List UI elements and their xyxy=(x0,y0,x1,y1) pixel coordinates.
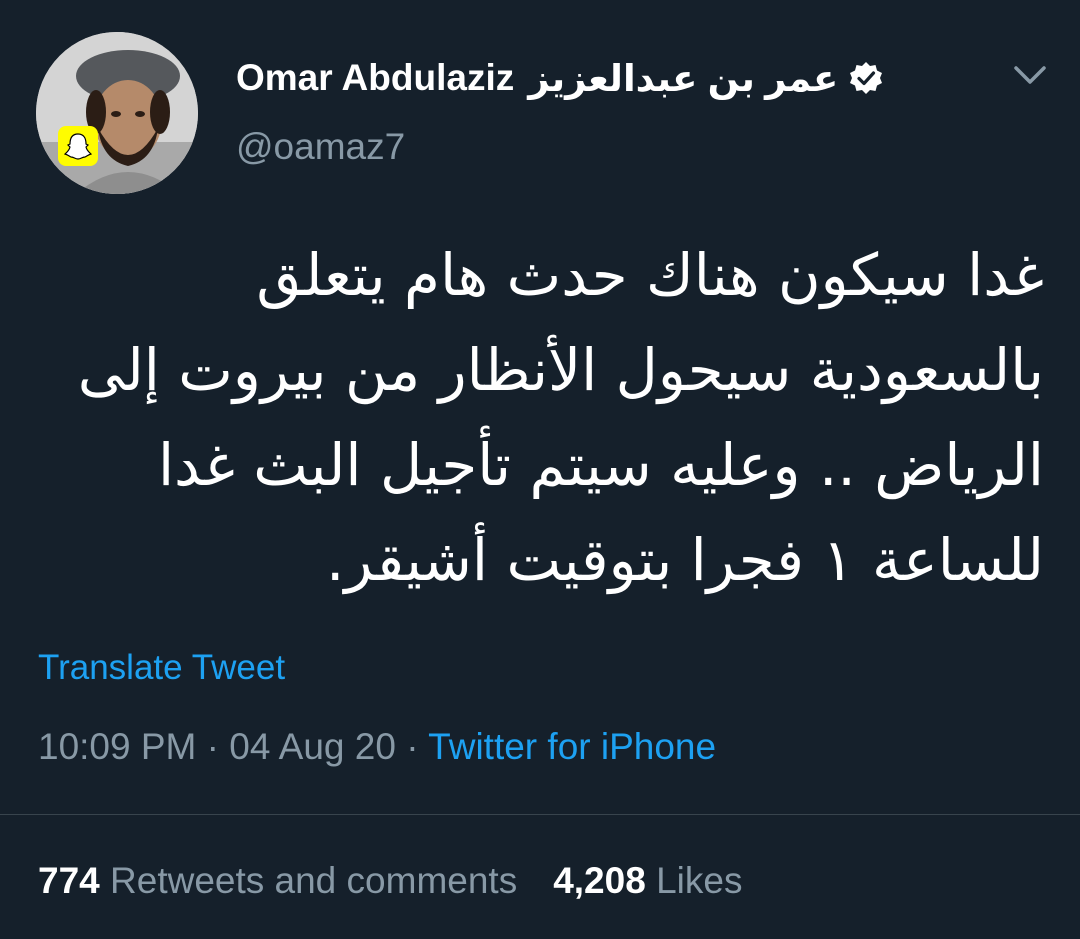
meta-separator: · xyxy=(206,726,219,767)
tweet-text-line: بالسعودية سيحول الأنظار من بيروت إلى xyxy=(77,336,1044,404)
arabic-display-name[interactable]: عمر بن عبدالعزيز xyxy=(528,57,838,100)
avatar[interactable] xyxy=(36,32,198,194)
verified-badge-icon xyxy=(850,62,883,94)
meta-separator: · xyxy=(406,726,419,767)
divider xyxy=(0,814,1080,815)
display-name[interactable]: Omar Abdulaziz xyxy=(236,57,514,99)
tweet-meta: 10:09 PM · 04 Aug 20 · Twitter for iPhon… xyxy=(38,726,716,768)
retweets-label: Retweets and comments xyxy=(110,860,518,901)
tweet-time[interactable]: 10:09 PM xyxy=(38,726,196,767)
likes-count: 4,208 xyxy=(553,860,646,901)
tweet-text-line: الرياض .. وعليه سيتم تأجيل البث غدا xyxy=(157,431,1044,499)
tweet-text: غدا سيكون هناك حدث هام يتعلق بالسعودية س… xyxy=(60,228,1044,608)
snapchat-ghost-icon xyxy=(58,126,98,166)
author-name-row[interactable]: Omar Abdulaziz عمر بن عبدالعزيز xyxy=(236,52,884,104)
retweets-stat[interactable]: 774 Retweets and comments xyxy=(38,860,517,901)
avatar-photo xyxy=(36,32,198,194)
tweet-stats: 774 Retweets and comments 4,208 Likes xyxy=(38,860,742,902)
tweet-text-line: للساعة ١ فجرا بتوقيت أشيقر. xyxy=(326,526,1044,594)
likes-label: Likes xyxy=(656,860,743,901)
retweets-count: 774 xyxy=(38,860,100,901)
chevron-down-icon[interactable] xyxy=(1010,62,1050,90)
tweet-date[interactable]: 04 Aug 20 xyxy=(229,726,396,767)
author-handle[interactable]: @oamaz7 xyxy=(236,126,405,168)
likes-stat[interactable]: 4,208 Likes xyxy=(553,860,742,901)
tweet-source-link[interactable]: Twitter for iPhone xyxy=(428,726,716,767)
tweet-text-line: غدا سيكون هناك حدث هام يتعلق xyxy=(256,241,1044,309)
translate-tweet-link[interactable]: Translate Tweet xyxy=(38,648,285,688)
